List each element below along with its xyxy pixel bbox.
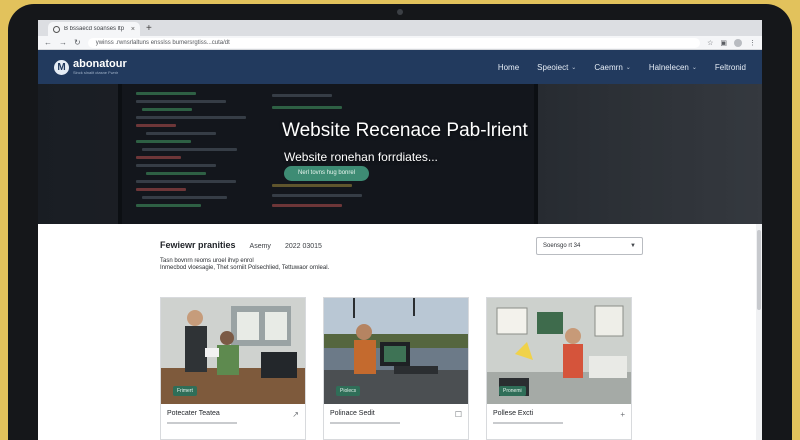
bookmark-icon[interactable]: ☆ [707,39,713,47]
browser-tab[interactable]: B bssaecd soanses ltp × [48,22,140,36]
logo-mark-icon: M [54,59,69,75]
search-favicon-icon [53,25,60,33]
chevron-down-icon: ⌄ [691,64,697,71]
nav-item-label: Feltronid [714,62,746,72]
menu-icon[interactable]: ⋮ [749,39,756,47]
nav-item-label: Caemrn [594,62,623,72]
nav-item-2[interactable]: Speoiect ⌄ [537,63,576,72]
scrollbar-thumb[interactable] [757,230,761,310]
card-subtext-placeholder [167,422,237,424]
reload-icon[interactable]: ↻ [74,38,81,48]
card-subtext-placeholder [493,422,563,424]
filter-row: Fewiewr pranities Asemy 2022 03015 [160,240,322,250]
nav-item-5[interactable]: Feltronid [715,63,746,72]
site-navbar: M abonatour Sinck slnaiit ctasne Fwntr H… [38,50,762,84]
chevron-down-icon: ⌄ [625,64,631,71]
chevron-down-icon: ▼ [630,243,636,249]
card-title: Pollese Excti [493,410,534,417]
page-scrollbar[interactable] [756,224,762,440]
filter-date: 2022 03015 [284,243,322,250]
logo-text: abonatour Sinck slnaiit ctasne Fwntr [73,57,127,76]
card-badge: Frimert [173,386,197,396]
hero-cta-button[interactable]: Nerl tovns hug bonrel [284,166,370,181]
nav-item-3[interactable]: Caemrn ⌄ [594,63,630,72]
square-icon[interactable]: ☐ [455,410,462,440]
tab-title: B bssaecd soanses ltp [64,26,125,32]
filter-meta: Asemy [249,243,271,250]
screen: B bssaecd soanses ltp × + ← → ↻ ywinss .… [38,20,762,440]
tab-bar: B bssaecd soanses ltp × + [38,20,762,36]
project-card[interactable]: Piolecs Polinace Sedit ☐ [323,297,469,440]
arrow-icon[interactable]: ↗ [292,410,299,440]
card-subtext-placeholder [330,422,400,424]
card-badge: Pronemi [499,386,526,396]
section-description: Tasn bovnrn reoms uroel ihvp enrol Inmec… [160,258,460,272]
nav-item-label: Halnelecen [648,62,689,72]
main-menu: Home Speoiect ⌄ Caemrn ⌄ Halnelecen ⌄ Fe… [498,63,746,72]
description-line: Inmecbod vloesagie, Thet sorniit Polsech… [160,265,330,271]
nav-item-4[interactable]: Halnelecen ⌄ [649,63,697,72]
address-bar: ← → ↻ ywinss .rwnsrlaltuns ensslss bumer… [38,36,762,50]
card-badge: Piolecs [336,386,361,396]
card-title: Polinace Sedit [330,410,375,417]
site-logo[interactable]: M abonatour Sinck slnaiit ctasne Fwntr [54,57,127,76]
back-icon[interactable]: ← [44,38,52,48]
sort-select[interactable]: Soensgo rt 34 ▼ [536,237,643,255]
close-tab-icon[interactable]: × [131,26,135,33]
logo-name: abonatour [73,57,127,70]
chevron-down-icon: ⌄ [571,64,577,71]
nav-item-home[interactable]: Home [498,63,519,72]
project-card[interactable]: Frimert Potecater Teatea ↗ [160,297,306,440]
profile-avatar[interactable] [734,38,742,47]
webcam-icon [397,9,403,15]
forward-icon[interactable]: → [59,38,67,48]
new-tab-button[interactable]: + [146,22,152,36]
card-title: Potecater Teatea [167,410,220,417]
plus-icon[interactable]: + [620,410,625,440]
nav-item-label: Home [497,62,520,72]
select-value: Soensgo rt 34 [543,243,581,249]
logo-tagline: Sinck slnaiit ctasne Fwntr [73,69,119,75]
description-line: Tasn bovnrn reoms uroel ihvp enrol [160,258,254,264]
hero-banner: Website Recenace Pab-lrient Website rone… [38,84,762,224]
hero-subtitle: Website ronehan forrdiates... [284,150,438,164]
nav-item-label: Speoiect [537,62,569,72]
project-card[interactable]: Pronemi Pollese Excti + [486,297,632,440]
section-title: Fewiewr pranities [160,240,236,250]
hero-title: Website Recenace Pab-lrient [282,120,528,141]
url-field[interactable]: ywinss .rwnsrlaltuns ensslss bumersrgtis… [87,37,701,48]
extensions-icon[interactable]: ▣ [720,39,727,47]
main-content: Fewiewr pranities Asemy 2022 03015 Soens… [38,224,762,440]
